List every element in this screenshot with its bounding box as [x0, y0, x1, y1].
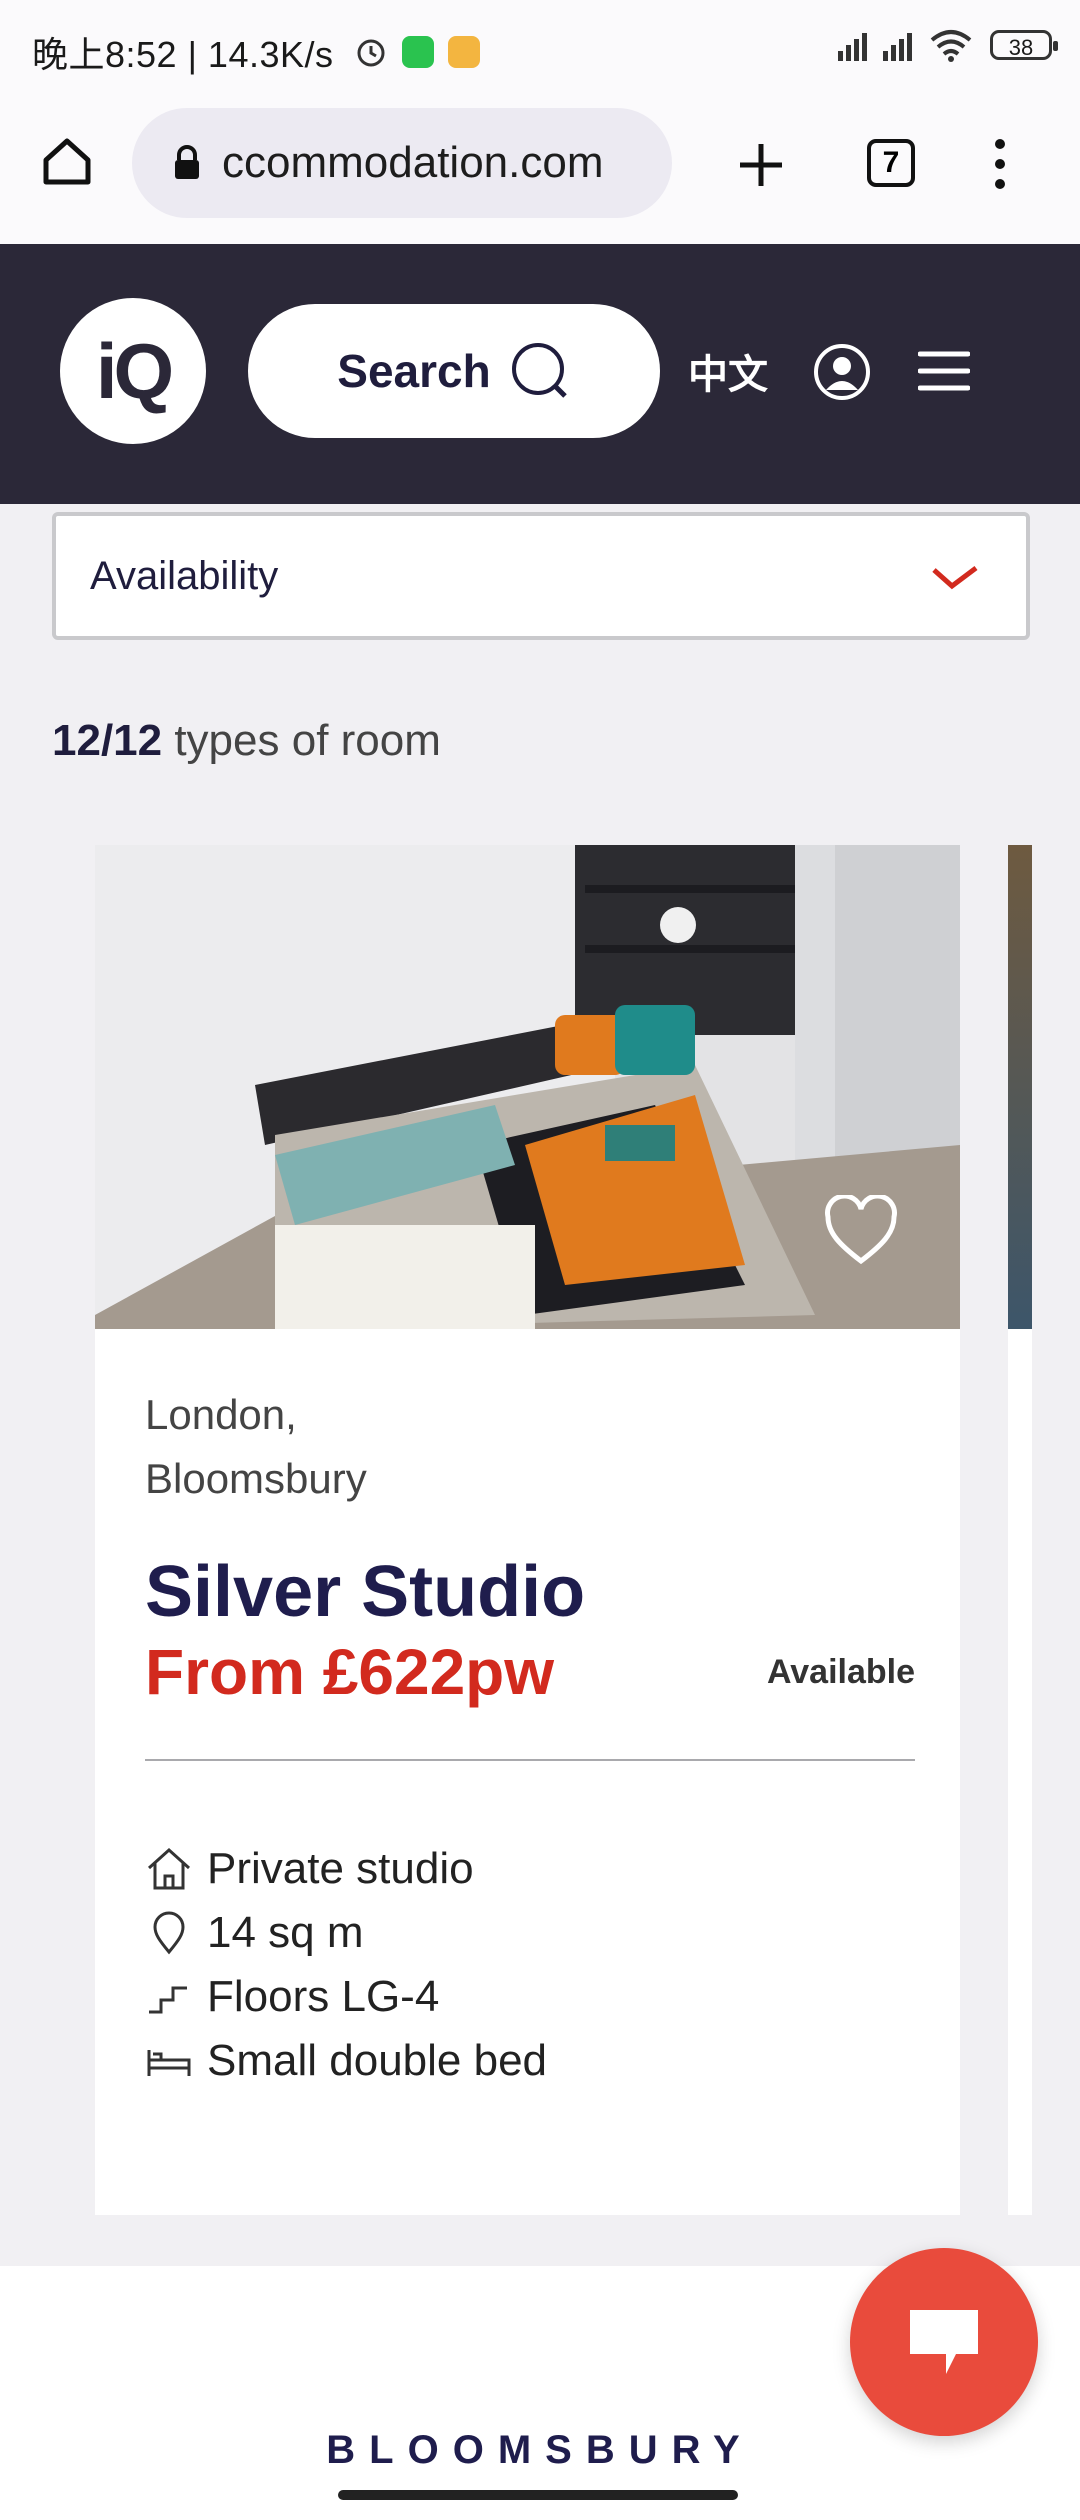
- next-room-card-peek[interactable]: [1008, 845, 1032, 2215]
- favorite-heart-icon[interactable]: [822, 1195, 900, 1267]
- status-time: 晚上8:52 | 14.3K/s: [32, 34, 334, 75]
- address-bar[interactable]: ccommodation.com: [132, 108, 672, 218]
- room-count: 12/12 types of room: [52, 716, 441, 766]
- availability-status: Available: [766, 1653, 915, 1691]
- battery-indicator: 38: [990, 30, 1058, 60]
- more-menu-icon[interactable]: [990, 136, 1010, 192]
- lock-icon: [175, 145, 199, 179]
- room-price: From £622pw: [145, 1636, 555, 1708]
- room-features-list: Private studio 14 sq m Floors LG-4 Small…: [145, 1837, 915, 2093]
- stairs-icon: [149, 1986, 187, 2014]
- feature-floors: Floors LG-4: [145, 1965, 915, 2029]
- feature-room-type: Private studio: [145, 1837, 915, 1901]
- room-count-suffix: types of room: [162, 716, 441, 765]
- search-icon: [511, 343, 567, 398]
- room-title[interactable]: Silver Studio: [145, 1551, 915, 1633]
- site-logo[interactable]: iQ: [60, 298, 206, 444]
- alarm-icon: [357, 39, 385, 67]
- account-icon[interactable]: [812, 342, 872, 402]
- new-tab-icon[interactable]: [736, 140, 786, 190]
- search-label: Search: [337, 345, 491, 397]
- chevron-down-icon: [932, 566, 978, 590]
- room-location: London, Bloomsbury: [145, 1383, 915, 1511]
- url-text: ccommodation.com: [222, 138, 604, 187]
- hamburger-menu-icon[interactable]: [918, 350, 970, 392]
- site-header: iQ Search 中文: [0, 244, 1080, 504]
- wechat-icon: [401, 36, 434, 68]
- signal-icon: [838, 29, 867, 61]
- bed-icon: [147, 2050, 191, 2076]
- room-count-number: 12/12: [52, 716, 163, 765]
- location-area: Bloomsbury: [145, 1455, 367, 1502]
- chat-bubble-icon: [910, 2310, 978, 2374]
- wifi-icon: [930, 30, 972, 62]
- home-icon[interactable]: [38, 132, 96, 190]
- status-left: 晚上8:52 | 14.3K/s: [32, 26, 480, 78]
- home-indicator[interactable]: [338, 2490, 738, 2500]
- notes-app-icon: [447, 36, 480, 68]
- room-card-body: London, Bloomsbury Silver Studio From £6…: [145, 1383, 915, 2093]
- location-city: London,: [145, 1391, 297, 1438]
- signal-hd-icon: [883, 29, 912, 61]
- room-photo[interactable]: [95, 845, 960, 1329]
- feature-bed: Small double bed: [145, 2029, 915, 2093]
- room-card[interactable]: London, Bloomsbury Silver Studio From £6…: [95, 845, 960, 2215]
- status-bar: 晚上8:52 | 14.3K/s 38: [0, 0, 1080, 98]
- card-divider: [145, 1759, 915, 1761]
- tab-switcher-button[interactable]: 7: [867, 139, 915, 187]
- next-room-photo: [1008, 845, 1032, 1329]
- language-switch[interactable]: 中文: [688, 342, 768, 400]
- location-pin-icon: [153, 1911, 185, 1955]
- availability-dropdown[interactable]: Availability: [52, 512, 1030, 640]
- price-row: From £622pw Available: [145, 1635, 915, 1708]
- status-right: 38: [838, 28, 1058, 62]
- section-title: BLOOMSBURY: [326, 2428, 754, 2472]
- search-button[interactable]: Search: [248, 304, 660, 438]
- chat-button[interactable]: [850, 2248, 1038, 2436]
- feature-size: 14 sq m: [145, 1901, 915, 1965]
- house-icon: [147, 1847, 191, 1890]
- availability-label: Availability: [90, 553, 279, 598]
- browser-toolbar: ccommodation.com 7: [0, 98, 1080, 246]
